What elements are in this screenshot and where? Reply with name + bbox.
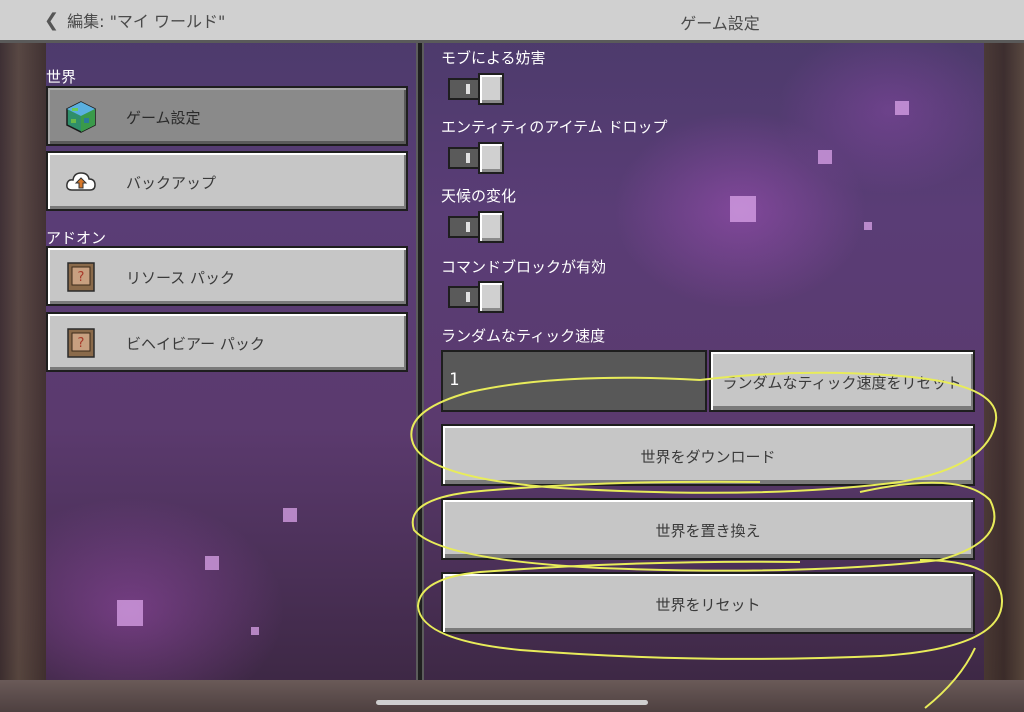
panel-divider <box>416 43 424 680</box>
sidebar-item-game-settings[interactable]: ゲーム設定 <box>46 86 408 146</box>
mob-griefing-toggle[interactable] <box>448 73 504 105</box>
back-button-label: 編集: "マイ ワールド" <box>67 12 226 31</box>
sidebar-section-world: 世界 <box>46 68 77 86</box>
back-button[interactable]: ❮ 編集: "マイ ワールド" <box>44 6 225 34</box>
particle <box>864 222 872 230</box>
background-ground <box>0 680 1024 712</box>
button-label: 世界をダウンロード <box>640 448 776 466</box>
sidebar-item-label: バックアップ <box>126 174 217 192</box>
random-tick-label: ランダムなティック速度 <box>441 327 606 345</box>
chevron-left-icon: ❮ <box>44 9 60 31</box>
cloud-upload-icon <box>66 172 96 191</box>
command-blocks-label: コマンドブロックが有効 <box>441 258 607 276</box>
world-globe-icon <box>66 101 96 133</box>
reset-random-tick-button[interactable]: ランダムなティック速度をリセット <box>709 350 975 412</box>
sidebar-item-label: ゲーム設定 <box>126 109 201 127</box>
header-bar: ❮ 編集: "マイ ワールド" ゲーム設定 <box>0 0 1024 43</box>
svg-text:?: ? <box>78 336 85 351</box>
random-tick-input[interactable]: 1 <box>441 350 707 412</box>
background-tree-right <box>984 42 1024 682</box>
entity-drops-toggle[interactable] <box>448 142 504 174</box>
pack-icon: ? <box>67 262 95 292</box>
particle <box>818 150 832 164</box>
button-label: 世界をリセット <box>655 596 761 614</box>
sidebar-item-label: ビヘイビアー パック <box>126 335 265 353</box>
weather-cycle-toggle[interactable] <box>448 211 504 243</box>
toggle-knob <box>478 281 504 313</box>
particle <box>730 196 756 222</box>
home-indicator <box>376 700 648 705</box>
entity-drops-label: エンティティのアイテム ドロップ <box>441 118 668 136</box>
sidebar-section-addons: アドオン <box>46 229 107 247</box>
page-title: ゲーム設定 <box>680 14 760 33</box>
download-world-button[interactable]: 世界をダウンロード <box>441 424 975 486</box>
sidebar-item-behavior-packs[interactable]: ? ビヘイビアー パック <box>46 312 408 372</box>
particle <box>895 101 909 115</box>
toggle-knob <box>478 211 504 243</box>
mob-griefing-label: モブによる妨害 <box>441 49 546 67</box>
toggle-knob <box>478 73 504 105</box>
button-label: 世界を置き換え <box>655 522 761 540</box>
sidebar-item-backup[interactable]: バックアップ <box>46 151 408 211</box>
command-blocks-toggle[interactable] <box>448 281 504 313</box>
toggle-knob <box>478 142 504 174</box>
sidebar-item-resource-packs[interactable]: ? リソース パック <box>46 246 408 306</box>
pack-icon: ? <box>67 328 95 358</box>
reset-world-button[interactable]: 世界をリセット <box>441 572 975 634</box>
sidebar-item-label: リソース パック <box>126 269 236 287</box>
replace-world-button[interactable]: 世界を置き換え <box>441 498 975 560</box>
button-label: ランダムなティック速度をリセット <box>722 374 962 392</box>
weather-cycle-label: 天候の変化 <box>441 187 517 205</box>
svg-text:?: ? <box>78 270 85 285</box>
